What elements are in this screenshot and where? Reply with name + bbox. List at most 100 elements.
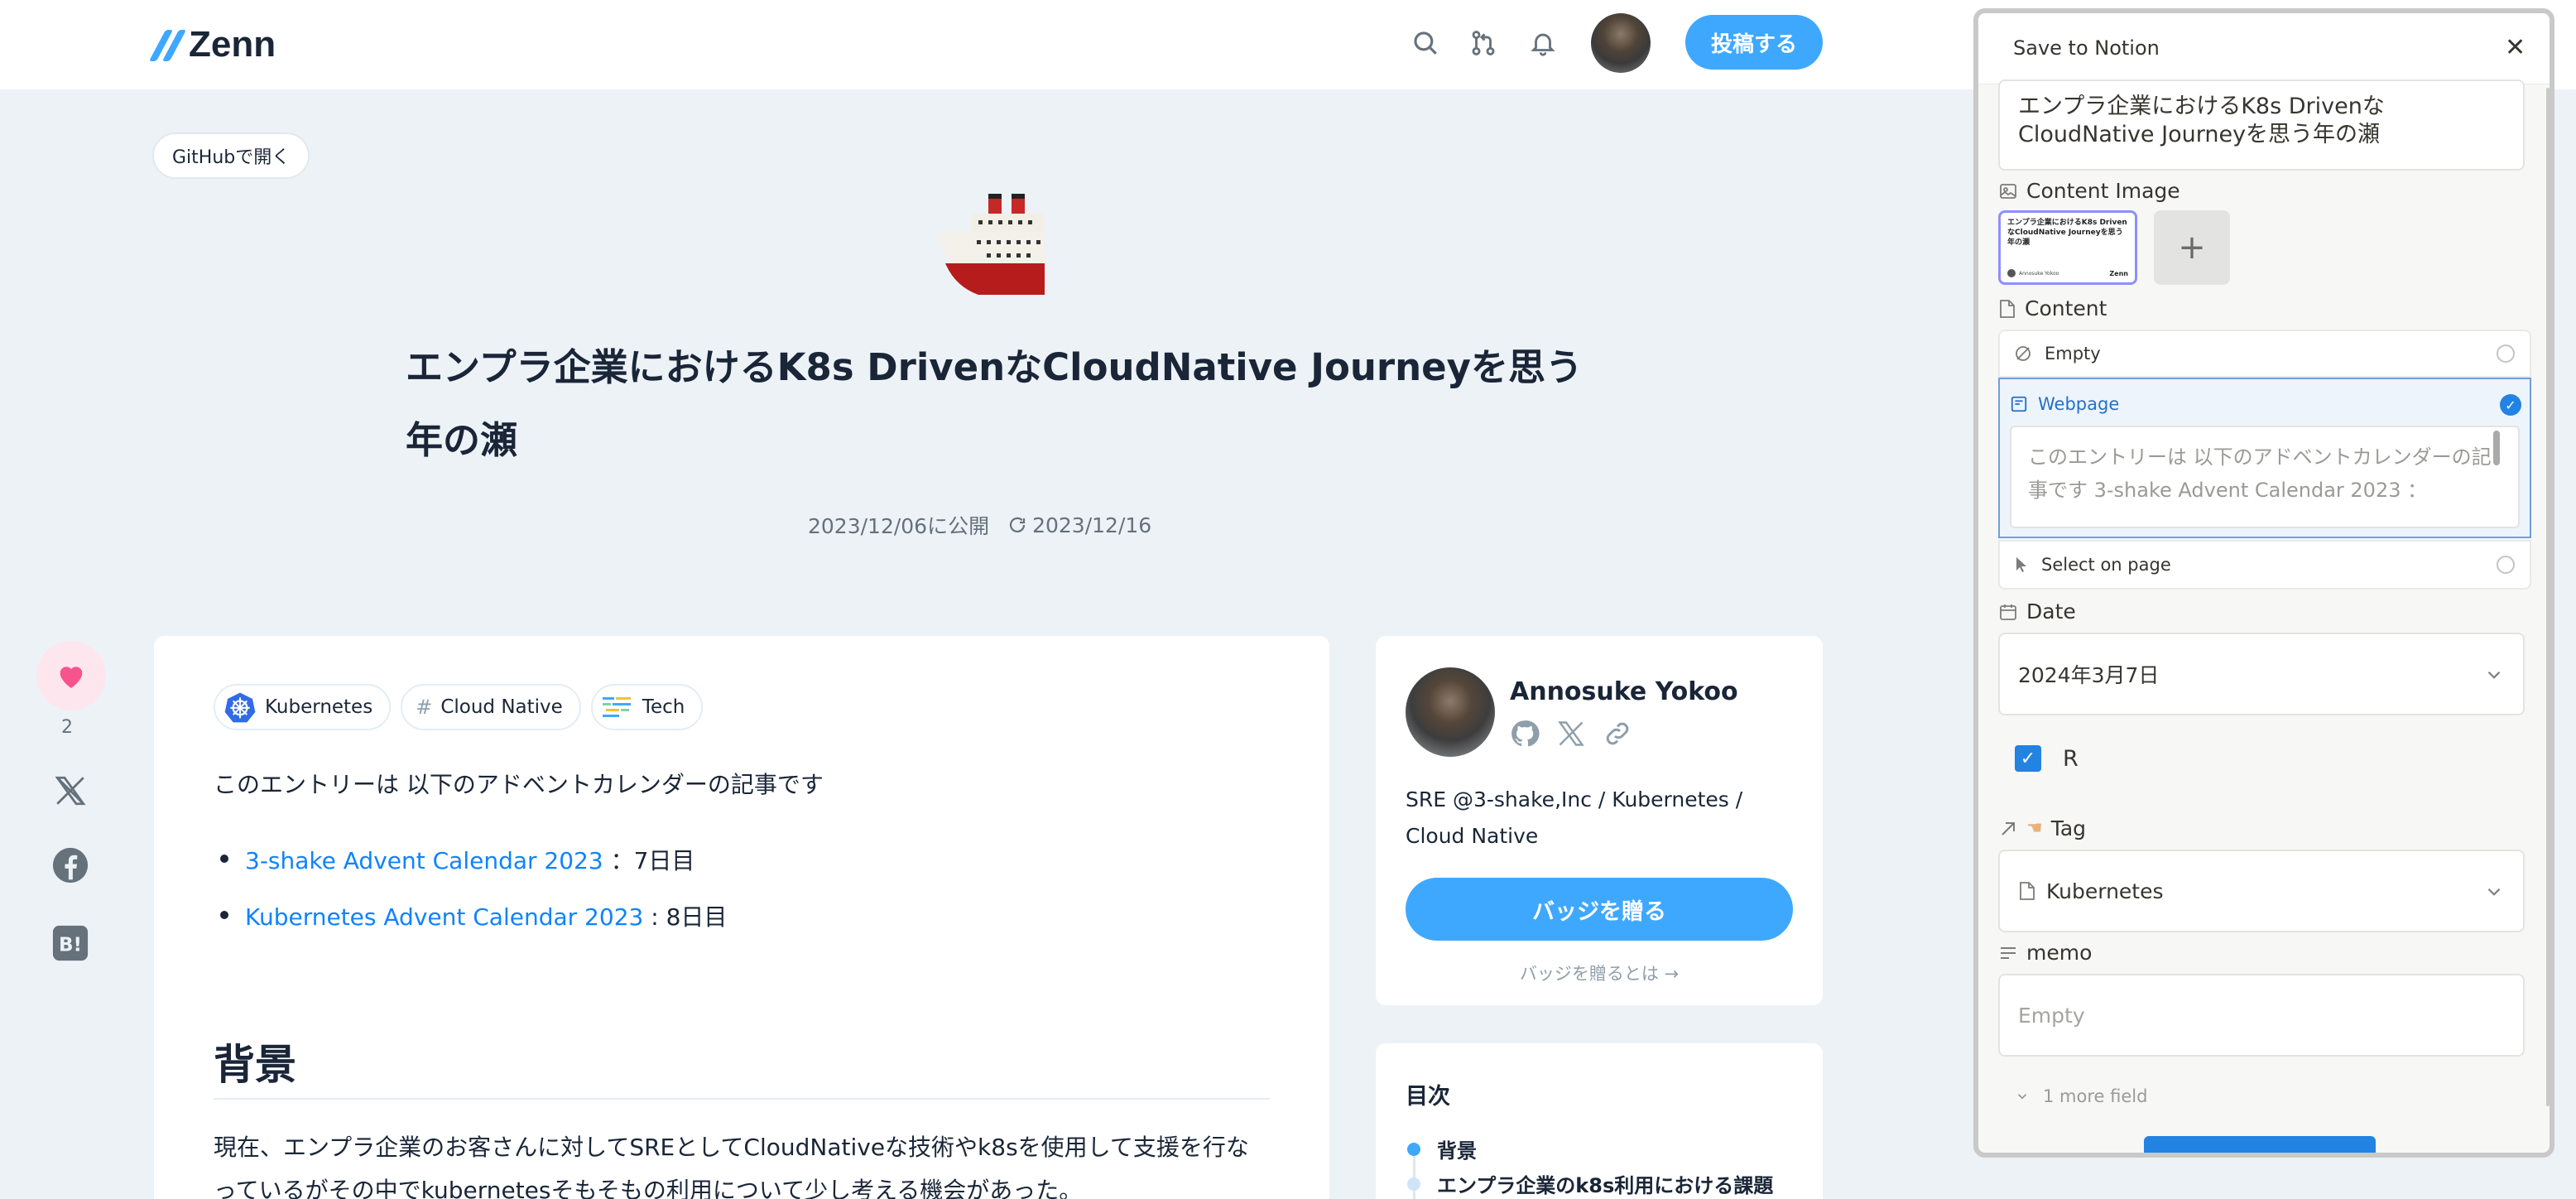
webpage-icon (2011, 396, 2027, 412)
author-socials (1510, 719, 1632, 749)
tag-label: Cloud Native (440, 696, 563, 718)
bell-icon[interactable] (1525, 25, 1561, 61)
panel-scrollbar[interactable] (2546, 88, 2550, 1106)
toc-marker (1407, 1177, 1420, 1191)
r-checkbox-row[interactable]: ✓ R (2015, 745, 2079, 772)
section-heading: 背景 (214, 1041, 296, 1089)
image-icon (2000, 183, 2016, 199)
badge-info-link[interactable]: バッジを贈るとは → (1376, 961, 1823, 985)
memo-label: memo (1998, 941, 2092, 965)
calendar-link-list: 3-shake Advent Calendar 2023 ：7日目 Kubern… (219, 843, 728, 956)
option-label: Empty (2045, 344, 2101, 364)
tag-cloud-native[interactable]: # Cloud Native (401, 684, 581, 730)
like-button[interactable] (36, 641, 106, 710)
send-badge-button[interactable]: バッジを贈る (1406, 878, 1793, 941)
calendar-icon (2000, 604, 2016, 620)
zenn-logo[interactable]: Zenn (148, 23, 276, 66)
hatena-share-icon[interactable]: B! (50, 922, 91, 964)
link-suffix: : 8日目 (643, 903, 728, 931)
text-lines-icon (2001, 946, 2016, 959)
empty-icon (2016, 346, 2031, 361)
github-open-button[interactable]: GitHubで開く (152, 132, 310, 179)
radio-empty[interactable] (2497, 344, 2515, 363)
link-suffix: ：7日目 (603, 847, 695, 874)
zenn-logo-icon (148, 28, 187, 61)
user-avatar[interactable] (1591, 13, 1651, 73)
more-fields-label: 1 more field (2043, 1086, 2148, 1106)
save-button[interactable] (2144, 1136, 2376, 1153)
content-option-select-on-page[interactable]: Select on page (1998, 540, 2531, 590)
checkbox-label: R (2063, 745, 2079, 772)
pull-request-icon[interactable] (1465, 25, 1502, 61)
list-item: Kubernetes Advent Calendar 2023 : 8日目 (219, 899, 728, 932)
label-text: memo (2026, 941, 2093, 965)
tag-list: Kubernetes # Cloud Native Tech (214, 684, 704, 730)
label-text: Content (2025, 296, 2107, 320)
article-title: エンプラ企業におけるK8s DrivenなCloudNative Journey… (406, 345, 1584, 462)
close-icon[interactable]: ✕ (2505, 33, 2526, 62)
author-avatar[interactable] (1406, 667, 1495, 757)
advent-calendar-link[interactable]: Kubernetes Advent Calendar 2023 (245, 903, 643, 931)
refresh-icon (1010, 517, 1026, 532)
more-fields-toggle[interactable]: 1 more field (2015, 1086, 2147, 1106)
toc-item[interactable]: エンプラ企業のk8s利用における課題 (1437, 1169, 1773, 1198)
webpage-preview[interactable]: このエントリーは 以下のアドベントカレンダーの記事です 3-shake Adve… (2010, 426, 2520, 528)
table-of-contents: 目次 背景 エンプラ企業のk8s利用における課題 (1376, 1043, 1823, 1199)
thumbnail-author: Annosuke Yokoo (2007, 269, 2059, 277)
toc-heading: 目次 (1406, 1084, 1450, 1110)
date-value: 2024年3月7日 (2018, 663, 2160, 687)
toc-item[interactable]: 背景 (1437, 1134, 1477, 1163)
memo-input[interactable]: Empty (1998, 974, 2525, 1057)
thumbnail-title: エンプラ企業におけるK8s DrivenなCloudNative Journey… (2007, 219, 2127, 247)
r-checkbox[interactable]: ✓ (2015, 745, 2041, 772)
svg-text:B!: B! (59, 935, 82, 956)
tag-label: Kubernetes (265, 696, 373, 718)
thumbnail-author-name: Annosuke Yokoo (2019, 270, 2059, 277)
content-option-empty[interactable]: Empty (1998, 330, 2531, 378)
author-bio: SRE @3-shake,Inc / Kubernetes / Cloud Na… (1406, 787, 1743, 848)
date-select[interactable]: 2024年3月7日 (1998, 633, 2525, 715)
article-dates: 2023/12/06に公開 2023/12/16 (808, 510, 1151, 540)
post-button[interactable]: 投稿する (1685, 15, 1823, 70)
list-item: 3-shake Advent Calendar 2023 ：7日目 (219, 843, 727, 876)
article-intro: このエントリーは 以下のアドベントカレンダーの記事です (214, 771, 824, 798)
date-label: Date (1998, 600, 2076, 624)
add-image-button[interactable]: + (2154, 210, 2230, 285)
save-to-notion-panel: Save to Notion ✕ エンプラ企業におけるK8s DrivenなCl… (1973, 8, 2554, 1158)
advent-calendar-link[interactable]: 3-shake Advent Calendar 2023 (245, 847, 603, 874)
content-image-thumbnail[interactable]: エンプラ企業におけるK8s DrivenなCloudNative Journey… (1998, 210, 2137, 285)
radio-webpage-checked[interactable]: ✓ (2500, 394, 2521, 416)
like-count: 2 (61, 717, 73, 738)
chevron-down-icon (2017, 1094, 2027, 1100)
preview-scrollbar[interactable] (2493, 431, 2500, 465)
content-label: Content (1998, 296, 2107, 320)
hash-icon: # (416, 696, 433, 719)
thumbnail-brand: Zenn (2109, 270, 2128, 277)
content-option-webpage[interactable]: Webpage ✓ このエントリーは 以下のアドベントカレンダーの記事です 3-… (1998, 378, 2531, 538)
github-icon[interactable] (1510, 719, 1540, 749)
page-icon (2020, 882, 2035, 900)
kubernetes-icon (224, 692, 256, 723)
radio-select-on-page[interactable] (2497, 556, 2515, 574)
author-name[interactable]: Annosuke Yokoo (1510, 677, 1738, 706)
x-icon[interactable] (1556, 719, 1586, 749)
option-label: Webpage (2038, 394, 2120, 414)
facebook-share-icon[interactable] (50, 845, 91, 886)
ship-emoji-icon (937, 194, 1045, 295)
document-icon (2000, 299, 2015, 318)
link-icon[interactable] (1603, 719, 1632, 749)
tag-select[interactable]: Kubernetes (1998, 850, 2525, 932)
tag-value: Kubernetes (2046, 879, 2164, 903)
label-text: Tag (2050, 816, 2087, 840)
updated-date: 2023/12/16 (1032, 513, 1152, 537)
label-text: Date (2026, 600, 2076, 624)
article-paragraph: 現在、エンプラ企業のお客さんに対してSREとしてCloudNativeな技術やk… (214, 1134, 1249, 1199)
search-icon[interactable] (1407, 25, 1444, 61)
tag-hand-icon: ☚ (2026, 818, 2043, 839)
notion-panel-header: Save to Notion ✕ (1978, 13, 2550, 84)
tag-tech[interactable]: Tech (590, 684, 704, 730)
tag-kubernetes[interactable]: Kubernetes (214, 684, 392, 730)
page-title-field[interactable]: エンプラ企業におけるK8s DrivenなCloudNative Journey… (1998, 79, 2525, 171)
heart-icon (60, 667, 83, 688)
x-share-icon[interactable] (50, 770, 91, 811)
